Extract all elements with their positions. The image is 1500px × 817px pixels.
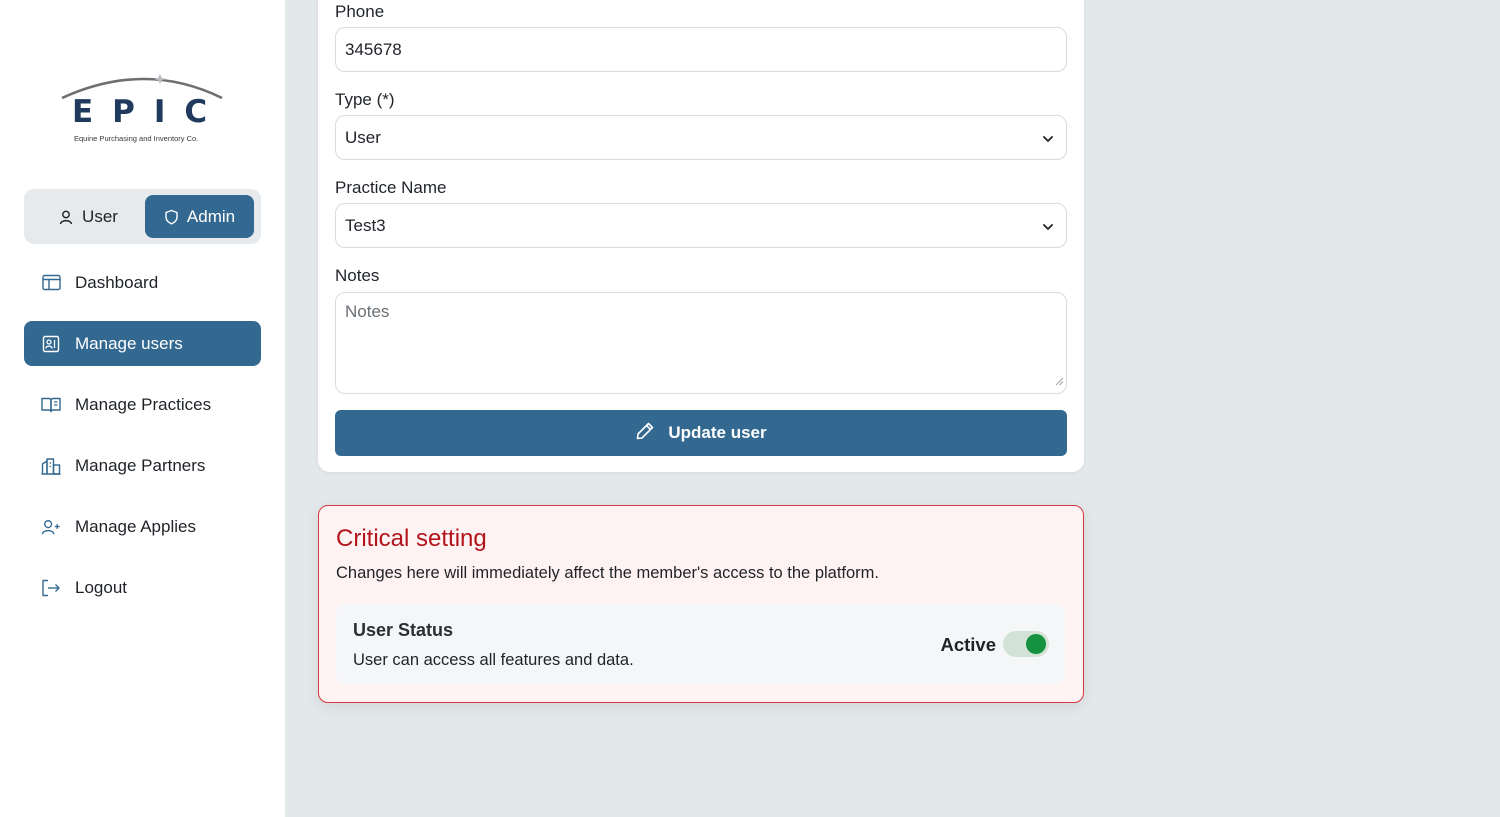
sidebar-item-manage-users[interactable]: Manage users [24, 321, 261, 366]
phone-label: Phone [335, 2, 385, 21]
phone-field[interactable]: 345678 [335, 27, 1067, 72]
critical-title: Critical setting [336, 525, 487, 552]
sidebar-item-label: Dashboard [75, 272, 159, 292]
user-status-row: User Status User can access all features… [336, 604, 1065, 684]
user-status-toggle[interactable] [1003, 631, 1049, 657]
sidebar-item-label: Manage users [75, 333, 183, 353]
update-user-button[interactable]: Update user [335, 410, 1067, 456]
type-value: User [345, 127, 381, 147]
toggle-knob [1026, 634, 1046, 654]
type-select[interactable]: User [335, 115, 1067, 160]
shield-icon [164, 209, 179, 225]
epic-logo: EPIC Equine Purchasing and Inventory Co. [60, 68, 225, 148]
role-admin-button[interactable]: Admin [145, 195, 254, 238]
logo-tagline: Equine Purchasing and Inventory Co. [74, 134, 199, 143]
sidebar-item-label: Manage Practices [75, 394, 212, 414]
user-status-description: User can access all features and data. [353, 651, 634, 669]
notes-textarea[interactable]: Notes [335, 292, 1067, 394]
logout-icon [41, 578, 61, 598]
practice-name-value: Test3 [345, 215, 386, 235]
practice-name-label: Practice Name [335, 178, 447, 197]
sidebar-item-label: Manage Applies [75, 516, 196, 536]
sidebar-item-label: Logout [75, 577, 127, 597]
user-status-title: User Status [353, 620, 454, 640]
open-book-icon [41, 395, 61, 415]
role-user-button[interactable]: User [32, 195, 144, 238]
pencil-icon [635, 421, 655, 446]
phone-value: 345678 [345, 39, 402, 59]
sidebar-item-manage-practices[interactable]: Manage Practices [24, 382, 261, 427]
critical-setting-panel: Critical setting Changes here will immed… [318, 505, 1084, 703]
sidebar-item-logout[interactable]: Logout [24, 565, 261, 610]
logo-letters: EPIC [72, 94, 227, 130]
sidebar-item-dashboard[interactable]: Dashboard [24, 260, 261, 305]
role-user-label: User [82, 206, 118, 226]
sidebar: EPIC Equine Purchasing and Inventory Co.… [0, 0, 285, 817]
role-toggle: User Admin [24, 189, 261, 244]
user-icon [58, 209, 74, 225]
sidebar-item-manage-applies[interactable]: Manage Applies [24, 504, 261, 549]
role-admin-label: Admin [186, 206, 236, 226]
sidebar-item-label: Manage Partners [75, 455, 206, 475]
resize-grip-icon[interactable] [1055, 371, 1064, 391]
chevron-down-icon [1042, 130, 1054, 150]
critical-description: Changes here will immediately affect the… [336, 564, 880, 582]
practice-name-select[interactable]: Test3 [335, 203, 1067, 248]
notes-placeholder: Notes [345, 302, 390, 321]
user-plus-icon [41, 517, 61, 537]
notes-label: Notes [335, 266, 380, 285]
contact-card-icon [41, 334, 61, 354]
layout-icon [41, 273, 61, 293]
buildings-icon [41, 456, 61, 476]
sidebar-item-manage-partners[interactable]: Manage Partners [24, 443, 261, 488]
user-status-value: Active [940, 634, 996, 655]
type-label: Type (*) [335, 90, 395, 109]
update-user-label: Update user [668, 423, 767, 442]
chevron-down-icon [1042, 218, 1054, 238]
